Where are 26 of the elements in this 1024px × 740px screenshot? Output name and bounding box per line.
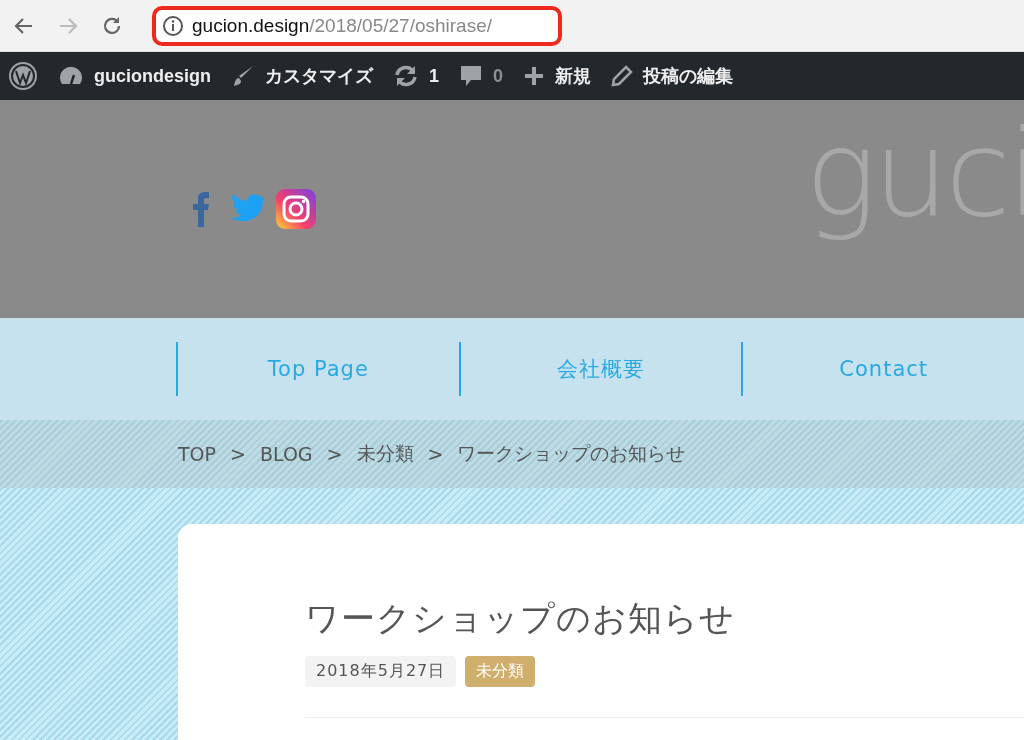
pencil-icon xyxy=(611,65,634,87)
post-title: ワークショップのお知らせ xyxy=(305,597,736,640)
wordpress-logo-icon[interactable] xyxy=(8,61,38,91)
plus-icon xyxy=(523,65,546,87)
breadcrumb-separator: > xyxy=(326,443,343,465)
breadcrumb-separator: > xyxy=(230,443,246,465)
info-icon[interactable] xyxy=(162,14,184,37)
new-link[interactable]: 新規 xyxy=(555,64,592,88)
site-name-link[interactable]: guciondesign xyxy=(94,65,211,87)
address-field[interactable]: gucion.design/2018/05/27/oshirase/ xyxy=(152,5,562,46)
customize-link[interactable]: カスタマイズ xyxy=(265,64,373,88)
post-date: 2018年5月27日 xyxy=(305,656,457,687)
refresh-arrows-icon xyxy=(393,65,419,87)
breadcrumb-link[interactable]: BLOG xyxy=(259,443,313,465)
comments-count[interactable]: 0 xyxy=(493,65,504,87)
comment-bubble-icon xyxy=(459,64,483,88)
camera-app-icon[interactable] xyxy=(276,189,316,229)
updates-count[interactable]: 1 xyxy=(429,65,439,87)
paintbrush-icon xyxy=(231,64,255,88)
dashboard-gauge-icon xyxy=(58,65,84,87)
breadcrumb-link[interactable]: TOP xyxy=(178,443,217,465)
breadcrumb-separator: > xyxy=(427,443,444,465)
breadcrumb-link[interactable]: 未分類 xyxy=(356,441,414,467)
url-text: gucion.design/2018/05/27/oshirase/ xyxy=(192,14,492,37)
edit-post-link[interactable]: 投稿の編集 xyxy=(643,64,734,88)
breadcrumb-link[interactable]: ワークショップのお知らせ xyxy=(457,441,686,467)
